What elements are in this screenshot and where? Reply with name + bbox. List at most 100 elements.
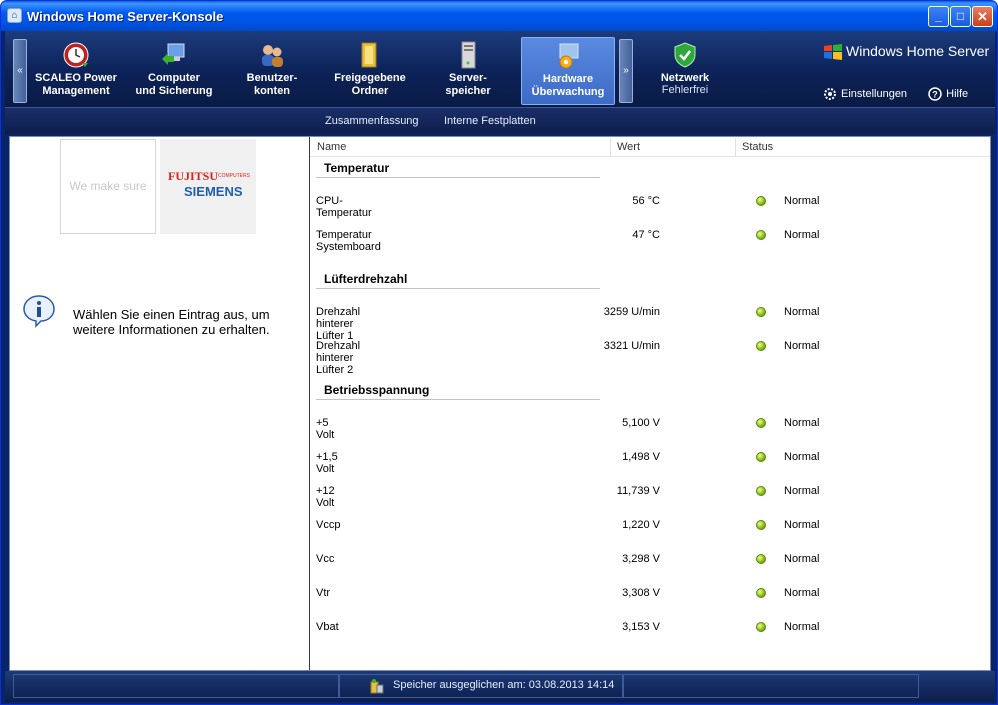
minimize-button[interactable]: _: [928, 6, 949, 27]
status-ok-icon: [756, 230, 766, 240]
sensor-name: Vccp: [316, 519, 341, 531]
tab-label: Freigegebene Ordner: [334, 72, 406, 97]
info-icon: [23, 295, 55, 328]
tab-serverspeicher[interactable]: Server- speicher: [421, 37, 515, 105]
sensor-status: Normal: [784, 195, 820, 207]
sensor-name: Drehzahl hinterer Lüfter 2: [316, 340, 361, 376]
tab-hardware-ueberwachung[interactable]: Hardware Überwachung: [521, 37, 615, 105]
subnav-summary[interactable]: Zusammenfassung: [325, 115, 419, 127]
sensor-name: +12 Volt: [316, 485, 335, 509]
subnav-internal-disks[interactable]: Interne Festplatten: [444, 115, 536, 127]
group-divider: [316, 177, 600, 178]
sensor-status: Normal: [784, 553, 820, 565]
gear-icon: [824, 88, 836, 100]
group-divider: [316, 399, 600, 400]
tab-label: Server- speicher: [445, 72, 491, 97]
sensor-name: Vtr: [316, 587, 331, 599]
sensor-status: Normal: [784, 485, 820, 497]
help-label: Hilfe: [946, 87, 969, 100]
network-status[interactable]: Netzwerk Fehlerfrei: [637, 37, 733, 105]
status-panel: [623, 674, 919, 698]
sensor-value: 5,100 V: [622, 417, 660, 429]
navigation-band: « SCALEO Power Management Computer und S…: [5, 31, 995, 107]
close-button[interactable]: ✕: [972, 6, 993, 27]
sensor-status: Normal: [784, 451, 820, 463]
status-text: Speicher ausgeglichen am: 03.08.2013 14:…: [393, 679, 615, 691]
tab-label: Hardware Überwachung: [531, 73, 605, 98]
column-separator[interactable]: [735, 138, 736, 156]
help-link[interactable]: ? Hilfe: [928, 87, 968, 101]
sensor-status: Normal: [784, 587, 820, 599]
sensor-name: +1,5 Volt: [316, 451, 338, 475]
status-ok-icon: [756, 554, 766, 564]
settings-link[interactable]: Einstellungen: [823, 87, 907, 101]
sensor-status: Normal: [784, 519, 820, 531]
group-title: Lüfterdrehzahl: [324, 272, 408, 286]
slogan-logo: We make sure: [60, 139, 156, 234]
group-title: Betriebsspannung: [324, 383, 430, 397]
sensor-status: Normal: [784, 229, 820, 241]
sensor-value: 56 °C: [632, 195, 660, 207]
tab-label: Benutzer- konten: [246, 72, 298, 97]
status-ok-icon: [756, 622, 766, 632]
tab-computer-und-sicherung[interactable]: Computer und Sicherung: [127, 37, 221, 105]
console-app-icon[interactable]: ⌂: [7, 8, 22, 23]
hardware-gear-icon: [559, 43, 579, 69]
group-title: Temperatur: [324, 161, 390, 175]
brand-logo: Windows Home Server: [823, 43, 989, 61]
info-message: Wählen Sie einen Eintrag aus, um weitere…: [73, 307, 270, 337]
sensor-name: Vcc: [316, 553, 335, 565]
folder-icon: [361, 42, 377, 68]
sensor-value: 11,739 V: [616, 485, 660, 497]
sensor-value: 1,498 V: [622, 451, 660, 463]
tab-scaleo-power-management[interactable]: SCALEO Power Management: [29, 37, 123, 105]
computer-icon: [162, 43, 185, 65]
details-pane: We make sure FUJITSU COMPUTERS SIEMENS W…: [10, 137, 310, 670]
network-title: Netzwerk: [660, 72, 710, 84]
group-divider: [316, 288, 600, 289]
nav-scroll-right-button[interactable]: »: [619, 39, 633, 103]
users-icon: [262, 45, 283, 67]
sensor-status: Normal: [784, 306, 820, 318]
status-ok-icon: [756, 418, 766, 428]
fujitsu-text: FUJITSU: [168, 169, 219, 183]
computers-text: COMPUTERS: [218, 173, 250, 179]
sensor-value: 3259 U/min: [603, 306, 660, 318]
sensor-status: Normal: [784, 621, 820, 633]
sub-navigation: Zusammenfassung Interne Festplatten: [5, 107, 995, 134]
shield-check-icon: [674, 42, 696, 68]
status-bar: Speicher ausgeglichen am: 03.08.2013 14:…: [5, 671, 995, 702]
status-ok-icon: [756, 452, 766, 462]
status-ok-icon: [756, 307, 766, 317]
tab-label: Computer und Sicherung: [135, 72, 213, 97]
windows-flag-icon: [824, 44, 842, 61]
title-bar[interactable]: ⌂ Windows Home Server-Konsole _ □ ✕: [1, 1, 997, 31]
tab-benutzerkonten[interactable]: Benutzer- konten: [225, 37, 319, 105]
power-clock-icon: [63, 42, 89, 68]
tab-label: SCALEO Power Management: [35, 72, 117, 97]
sensor-status: Normal: [784, 417, 820, 429]
toolbar-links: Einstellungen ? Hilfe: [823, 87, 986, 101]
status-ok-icon: [756, 196, 766, 206]
sensor-name: CPU-Temperatur: [316, 195, 372, 219]
nav-scroll-left-button[interactable]: «: [13, 39, 27, 103]
column-value[interactable]: Wert: [617, 141, 640, 153]
window-title: Windows Home Server-Konsole: [27, 9, 224, 24]
sensor-list: Name Wert Status Temperatur CPU-Temperatu…: [310, 137, 990, 670]
status-ok-icon: [756, 486, 766, 496]
sensor-name: Vbat: [316, 621, 339, 633]
sensor-value: 3,308 V: [622, 587, 660, 599]
status-ok-icon: [756, 341, 766, 351]
column-separator[interactable]: [610, 138, 611, 156]
column-name[interactable]: Name: [317, 141, 346, 153]
column-status[interactable]: Status: [742, 141, 773, 153]
tab-freigegebene-ordner[interactable]: Freigegebene Ordner: [323, 37, 417, 105]
status-panel: [13, 674, 339, 698]
maximize-button[interactable]: □: [950, 6, 971, 27]
status-ok-icon: [756, 588, 766, 598]
sensor-value: 1,220 V: [622, 519, 660, 531]
storage-balanced-icon: [370, 679, 384, 694]
fujitsu-siemens-logo: FUJITSU COMPUTERS SIEMENS: [160, 139, 256, 234]
sensor-name: Temperatur Systemboard: [316, 229, 381, 253]
brand-text: Windows Home Server: [846, 43, 990, 59]
